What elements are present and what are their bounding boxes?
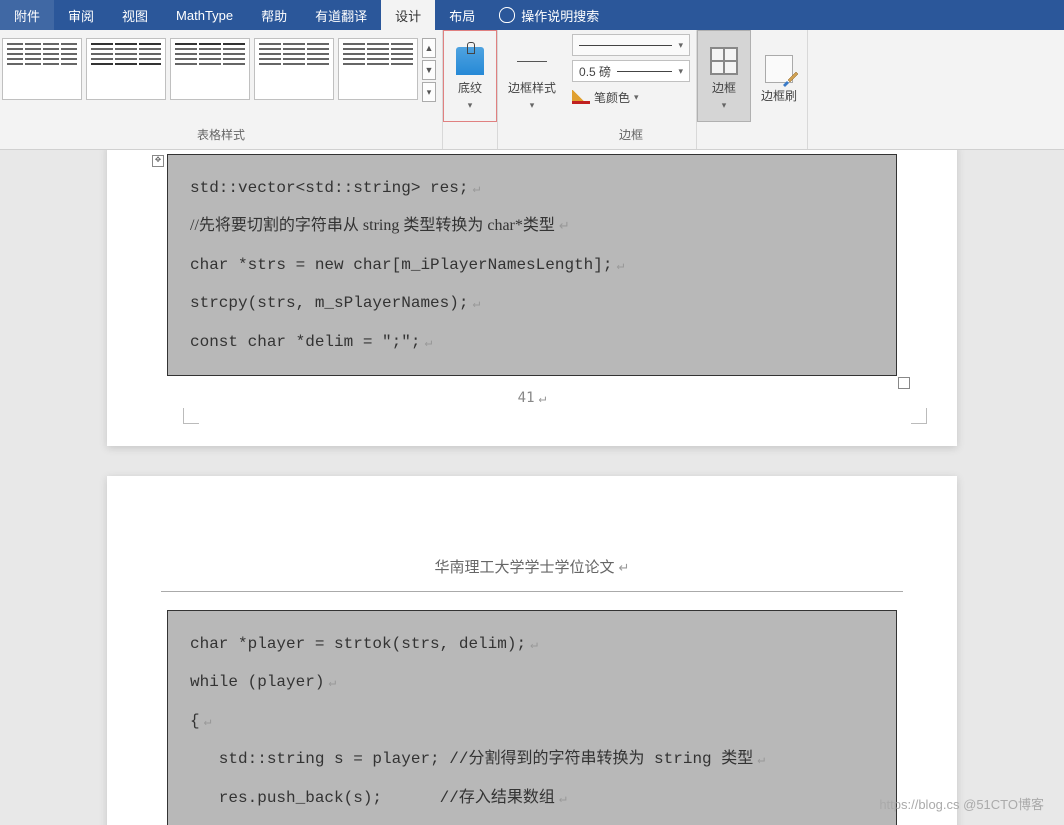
margin-corner-icon [911, 408, 927, 424]
code-line: char *strs = new char[m_iPlayerNamesLeng… [190, 246, 874, 284]
code-line: while (player)↵ [190, 663, 874, 701]
table-style-option[interactable] [86, 38, 166, 100]
code-table-cell[interactable]: ✥ std::vector<std::string> res;↵ //先将要切割… [167, 154, 897, 376]
chevron-down-icon: ▾ [678, 66, 683, 77]
page: ✥ std::vector<std::string> res;↵ //先将要切割… [107, 150, 957, 446]
return-mark-icon: ↵ [559, 791, 567, 806]
code-table-cell[interactable]: char *player = strtok(strs, delim);↵ whi… [167, 610, 897, 825]
return-mark-icon: ↵ [559, 218, 570, 233]
table-resize-handle[interactable] [898, 377, 910, 389]
return-mark-icon: ↵ [472, 181, 480, 196]
return-mark-icon: ↵ [619, 560, 630, 575]
header-rule [161, 591, 903, 592]
table-style-option[interactable] [254, 38, 334, 100]
line-style-icon [517, 46, 547, 76]
return-mark-icon: ↵ [530, 637, 538, 652]
pen-color-button[interactable]: 笔颜色 ▾ [572, 86, 690, 108]
border-style-label: 边框样式 [508, 79, 556, 96]
paint-bucket-icon [456, 47, 484, 75]
pen-icon [572, 90, 590, 104]
table-move-handle[interactable]: ✥ [152, 155, 164, 167]
code-line: res.push_back(s); //存入结果数组↵ [190, 779, 874, 817]
border-style-button[interactable]: 边框样式 ▾ [498, 30, 566, 122]
pen-color-label: 笔颜色 [594, 89, 630, 106]
borders-button[interactable]: 边框 ▾ [697, 30, 751, 122]
page-header: 华南理工大学学士学位论文↵ [167, 556, 897, 577]
chevron-down-icon: ▾ [468, 100, 473, 111]
return-mark-icon: ↵ [424, 335, 432, 350]
chevron-down-icon: ▾ [530, 100, 535, 111]
page: 华南理工大学学士学位论文↵ char *player = strtok(strs… [107, 476, 957, 825]
gallery-expand[interactable]: ▾ [422, 82, 436, 102]
menu-help[interactable]: 帮助 [247, 0, 301, 30]
shading-button[interactable]: 底纹 ▾ [443, 30, 497, 122]
styles-group-label: 表格样式 [0, 122, 442, 147]
borders-panel: ▾ 0.5 磅 ▾ 笔颜色 ▾ [566, 30, 696, 112]
borders-group-label: 边框 [566, 122, 696, 147]
chevron-down-icon: ▾ [678, 40, 683, 51]
code-line: {↵ [190, 702, 874, 740]
shading-label: 底纹 [458, 79, 482, 96]
menu-layout[interactable]: 布局 [435, 0, 489, 30]
line-weight-icon [617, 71, 672, 72]
bulb-icon [499, 7, 515, 23]
code-line: //先将要切割的字符串从 string 类型转换为 char*类型↵ [190, 207, 874, 245]
menu-design[interactable]: 设计 [381, 0, 435, 30]
menu-view[interactable]: 视图 [108, 0, 162, 30]
gallery-more: ▲ ▼ ▾ [422, 38, 440, 102]
return-mark-icon: ↵ [328, 675, 336, 690]
menu-youdao[interactable]: 有道翻译 [301, 0, 381, 30]
menu-attachments[interactable]: 附件 [0, 0, 54, 30]
return-mark-icon: ↵ [757, 752, 765, 767]
code-line: std::string s = player; //分割得到的字符串转换为 st… [190, 740, 874, 778]
gallery-scroll-up[interactable]: ▲ [422, 38, 436, 58]
table-style-option[interactable] [170, 38, 250, 100]
line-preview-icon [579, 45, 672, 46]
chevron-down-icon: ▾ [722, 100, 727, 111]
border-line-preview[interactable]: ▾ [572, 34, 690, 56]
border-weight-dropdown[interactable]: 0.5 磅 ▾ [572, 60, 690, 82]
watermark: https://blog.cs @51CTO博客 [879, 794, 1044, 813]
menu-review[interactable]: 审阅 [54, 0, 108, 30]
borders-btn-label: 边框 [712, 79, 736, 96]
code-line: char *player = strtok(strs, delim);↵ [190, 625, 874, 663]
border-weight-value: 0.5 磅 [579, 63, 611, 80]
menu-bar: 附件 审阅 视图 MathType 帮助 有道翻译 设计 布局 操作说明搜索 [0, 0, 1064, 30]
return-mark-icon: ↵ [204, 714, 212, 729]
border-grid-icon [710, 47, 738, 75]
code-line: strcpy(strs, m_sPlayerNames);↵ [190, 284, 874, 322]
table-styles-gallery: ▲ ▼ ▾ [0, 30, 442, 106]
page-number: 41↵ [167, 390, 897, 406]
margin-corner-icon [183, 408, 199, 424]
return-mark-icon: ↵ [472, 296, 480, 311]
border-painter-label: 边框刷 [761, 87, 797, 104]
code-line: const char *delim = ";";↵ [190, 323, 874, 361]
chevron-down-icon: ▾ [634, 92, 639, 103]
document-area[interactable]: ✥ std::vector<std::string> res;↵ //先将要切割… [0, 150, 1064, 825]
brush-icon [781, 69, 799, 87]
gallery-scroll-down[interactable]: ▼ [422, 60, 436, 80]
return-mark-icon: ↵ [616, 258, 624, 273]
menu-mathtype[interactable]: MathType [162, 0, 247, 30]
search-label: 操作说明搜索 [521, 6, 599, 25]
ribbon: ▲ ▼ ▾ 表格样式 底纹 ▾ 边框样式 ▾ ▾ 0.5 磅 ▾ [0, 30, 1064, 150]
return-mark-icon: ↵ [539, 391, 547, 406]
border-painter-button[interactable]: 边框刷 [751, 30, 807, 122]
tell-me-search[interactable]: 操作说明搜索 [489, 6, 599, 25]
code-line: std::vector<std::string> res;↵ [190, 169, 874, 207]
table-style-option[interactable] [338, 38, 418, 100]
table-style-option[interactable] [2, 38, 82, 100]
